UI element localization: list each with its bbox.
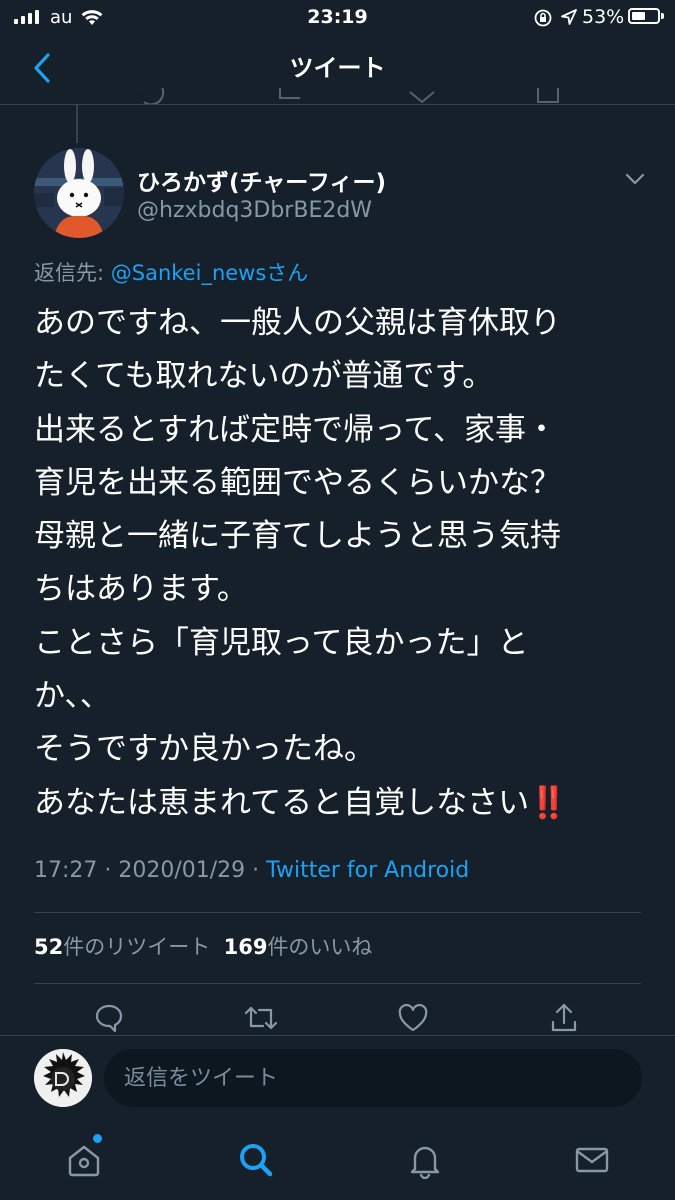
- retweet-label: 件のリツイート: [63, 935, 211, 959]
- author-avatar[interactable]: [34, 148, 124, 238]
- tweet-text-line: 出来るとすれば定時で帰って、家事・: [34, 411, 557, 448]
- author-display-name[interactable]: ひろかず(チャーフィー): [137, 163, 386, 197]
- tweet-menu-button[interactable]: [622, 166, 648, 192]
- location-icon: [560, 8, 578, 31]
- tweet-text-line: 育児を出来る範囲でやるくらいかな？: [34, 464, 561, 501]
- tweet-stats: 52件のリツイート 169件のいいね: [34, 931, 372, 961]
- tab-home[interactable]: [64, 1140, 104, 1180]
- tweet-text-line: あなたは恵まれてると自覚しなさい: [34, 784, 530, 821]
- tweet-text-line: か、、: [34, 678, 111, 715]
- author-handle[interactable]: @hzxbdq3DbrBE2dW: [137, 198, 372, 223]
- retweets-stat[interactable]: 52件のリツイート: [34, 935, 210, 959]
- reply-button[interactable]: [91, 1000, 127, 1036]
- notifications-icon: [410, 1146, 440, 1179]
- battery-tip: [661, 13, 664, 19]
- divider: [34, 983, 641, 984]
- chevron-down-icon: [625, 173, 645, 185]
- tweet-text-line: あのですね、一般人の父親は育休取り: [34, 305, 561, 341]
- tweet-text-line: 母親と一緒に子育てしようと思う気持: [34, 518, 561, 555]
- retweet-count: 52: [34, 935, 64, 959]
- share-icon: [551, 1003, 577, 1032]
- replying-to: 返信先: @Sankei_newsさん: [34, 257, 308, 287]
- search-icon: [240, 1144, 273, 1177]
- retweet-icon: [244, 1006, 278, 1030]
- battery-percent: 53%: [582, 6, 625, 28]
- page-title: ツイート: [289, 54, 386, 82]
- tweet-meta: 17:27 · 2020/01/29 · Twitter for Android: [34, 858, 469, 883]
- like-count: 169: [223, 935, 268, 959]
- notification-dot: [93, 1134, 102, 1143]
- tab-notifications[interactable]: [405, 1140, 445, 1180]
- divider: [0, 1035, 675, 1036]
- tweet-text-line: たくても取れないのが普通です。: [34, 358, 494, 395]
- like-label: 件のいいね: [267, 935, 373, 959]
- retweet-button[interactable]: [243, 1000, 279, 1036]
- like-icon: [398, 1003, 428, 1032]
- current-user-avatar[interactable]: [34, 1049, 92, 1107]
- replying-to-label: 返信先:: [34, 261, 111, 285]
- tab-messages[interactable]: [572, 1140, 612, 1180]
- orientation-lock-icon: [533, 8, 553, 33]
- battery-icon: [628, 8, 660, 24]
- tweet-text-line: ちはあります。: [34, 571, 248, 608]
- tweet-text-line-last: あなたは恵まれてると自覚しなさい‼️: [34, 777, 644, 830]
- double-exclamation-emoji: ‼️: [529, 784, 568, 821]
- previous-tweet-actions: [120, 88, 600, 104]
- tweet-text: あのですね、一般人の父親は育休取り たくても取れないのが普通です。 出来るとすれ…: [34, 297, 644, 830]
- thread-line: [76, 105, 78, 143]
- share-button[interactable]: [546, 1000, 582, 1036]
- like-button[interactable]: [395, 1000, 431, 1036]
- likes-stat[interactable]: 169件のいいね: [224, 935, 373, 959]
- reply-mention-link[interactable]: @Sankei_newsさん: [111, 261, 309, 285]
- status-bar: au 23:19 53%: [0, 0, 675, 36]
- home-icon: [68, 1145, 100, 1177]
- tab-search[interactable]: [236, 1140, 276, 1180]
- tweet-timestamp: 17:27 · 2020/01/29 ·: [34, 858, 267, 883]
- reply-icon: [95, 1004, 123, 1033]
- reply-input[interactable]: [104, 1049, 642, 1107]
- nav-divider: [0, 104, 675, 105]
- divider: [34, 912, 641, 913]
- tweet-source-link[interactable]: Twitter for Android: [266, 858, 469, 883]
- tweet-text-line: ことさら「育児取って良かった」と: [34, 624, 529, 661]
- tweet-text-line: そうですか良かったね。: [34, 731, 375, 768]
- messages-icon: [575, 1147, 609, 1173]
